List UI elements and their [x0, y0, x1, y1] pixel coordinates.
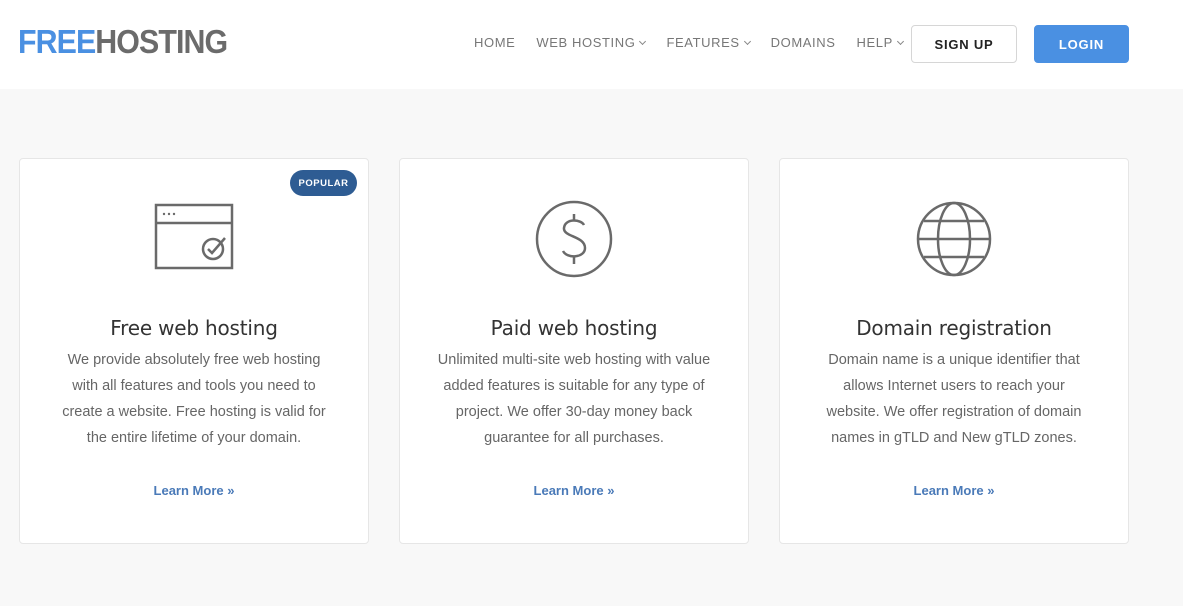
card-description: Unlimited multi-site web hosting with va… — [437, 352, 711, 446]
card-domain-registration: Domain registration Domain name is a uni… — [779, 158, 1129, 544]
nav-help[interactable]: HELP — [856, 35, 904, 50]
main-nav: HOME WEB HOSTING FEATURES DOMAINS HELP — [474, 35, 924, 50]
nav-home-label: HOME — [474, 35, 516, 50]
card-title: Paid web hosting — [490, 316, 658, 340]
nav-features[interactable]: FEATURES — [666, 35, 751, 50]
card-free-hosting: POPULAR Free web hosting We provide abso… — [19, 158, 369, 544]
chevron-down-icon — [743, 37, 751, 45]
nav-features-label: FEATURES — [666, 35, 740, 50]
signup-button[interactable]: SIGN UP — [911, 25, 1017, 63]
chevron-down-icon — [896, 37, 904, 45]
chevron-down-icon — [639, 37, 647, 45]
browser-check-icon — [154, 203, 234, 270]
card-paid-hosting: Paid web hosting Unlimited multi-site we… — [399, 158, 749, 544]
site-header: FREEHOSTING HOME WEB HOSTING FEATURES DO… — [0, 0, 1183, 89]
learn-more-link[interactable]: Learn More » — [20, 483, 368, 498]
card-title: Free web hosting — [110, 316, 278, 340]
learn-more-link[interactable]: Learn More » — [780, 483, 1128, 498]
nav-help-label: HELP — [856, 35, 893, 50]
globe-icon — [916, 201, 992, 277]
logo[interactable]: FREEHOSTING — [18, 23, 228, 60]
logo-free-text: FREE — [18, 23, 96, 60]
card-description: Domain name is a unique identifier that … — [826, 352, 1082, 446]
nav-web-hosting-label: WEB HOSTING — [536, 35, 636, 50]
nav-domains[interactable]: DOMAINS — [771, 35, 836, 50]
nav-web-hosting[interactable]: WEB HOSTING — [536, 35, 647, 50]
card-title: Domain registration — [856, 316, 1052, 340]
logo-hosting-text: HOSTING — [95, 23, 228, 60]
nav-home[interactable]: HOME — [474, 35, 515, 50]
card-description: We provide absolutely free web hosting w… — [62, 352, 326, 446]
dollar-circle-icon — [535, 200, 613, 278]
login-button[interactable]: LOGIN — [1034, 25, 1129, 63]
learn-more-link[interactable]: Learn More » — [400, 483, 748, 498]
nav-domains-label: DOMAINS — [770, 35, 836, 50]
popular-badge: POPULAR — [290, 170, 357, 196]
